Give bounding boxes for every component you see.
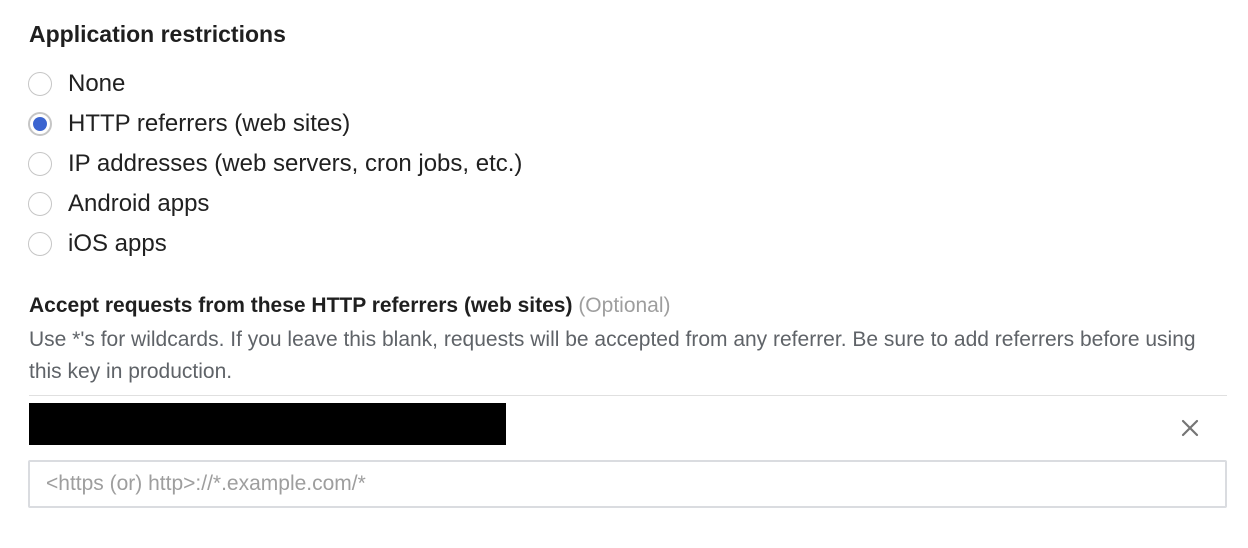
radio-button-ios-apps[interactable]: [28, 232, 52, 256]
referrers-heading-text: Accept requests from these HTTP referrer…: [29, 294, 573, 317]
divider: [29, 395, 1227, 396]
radio-button-ip-addresses[interactable]: [28, 152, 52, 176]
radio-option-http-referrers[interactable]: HTTP referrers (web sites): [28, 104, 522, 144]
radio-label-none: None: [68, 70, 126, 97]
referrers-help-text: Use *'s for wildcards. If you leave this…: [29, 328, 1196, 383]
radio-button-http-referrers[interactable]: [28, 112, 52, 136]
referrer-entry-redacted: [29, 403, 506, 445]
radio-option-ios-apps[interactable]: iOS apps: [28, 224, 522, 264]
new-referrer-input[interactable]: [28, 460, 1227, 508]
optional-label: (Optional): [578, 294, 671, 317]
radio-option-android-apps[interactable]: Android apps: [28, 184, 522, 224]
radio-label-http-referrers: HTTP referrers (web sites): [68, 110, 351, 137]
referrers-heading: Accept requests from these HTTP referrer…: [29, 293, 671, 319]
application-restrictions-title: Application restrictions: [29, 21, 286, 47]
radio-option-none[interactable]: None: [28, 64, 522, 104]
radio-button-android-apps[interactable]: [28, 192, 52, 216]
close-icon[interactable]: [1176, 414, 1204, 442]
radio-button-none[interactable]: [28, 72, 52, 96]
application-restrictions-radio-group: None HTTP referrers (web sites) IP addre…: [28, 64, 522, 264]
radio-label-ip-addresses: IP addresses (web servers, cron jobs, et…: [68, 150, 523, 177]
radio-label-android-apps: Android apps: [68, 190, 210, 217]
radio-option-ip-addresses[interactable]: IP addresses (web servers, cron jobs, et…: [28, 144, 522, 184]
radio-dot: [33, 117, 47, 131]
radio-label-ios-apps: iOS apps: [68, 230, 167, 257]
